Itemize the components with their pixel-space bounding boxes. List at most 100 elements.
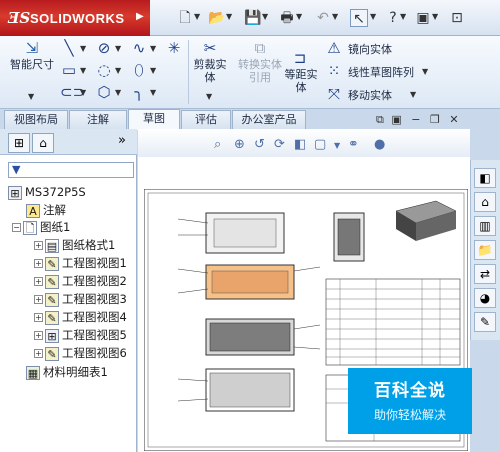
ellipse-icon[interactable]: ⬯	[130, 62, 148, 78]
tree-view-2[interactable]: + ✎ 工程图视图2	[34, 273, 127, 290]
convert-entities-icon[interactable]: ⧉	[250, 40, 270, 56]
drawing-view-side[interactable]	[333, 212, 365, 262]
minimize-icon[interactable]: −	[411, 113, 420, 126]
move-entities-button[interactable]: 移动实体	[348, 87, 392, 103]
display-style-icon[interactable]: ◧	[294, 137, 306, 152]
previous-view-icon[interactable]: ↺	[254, 137, 265, 152]
linear-pattern-button[interactable]: 线性草图阵列	[348, 64, 414, 80]
offset-entities-button[interactable]: 等距实体	[282, 68, 320, 94]
property-manager-tab-icon[interactable]: ⌂	[32, 133, 54, 153]
open-folder-icon[interactable]: 📂	[208, 9, 226, 27]
mirror-entities-icon[interactable]: ⚠	[326, 40, 342, 56]
slot-icon[interactable]: ⊂⊃	[60, 84, 85, 100]
circle-dropdown-icon[interactable]: ▼	[115, 44, 121, 53]
select-dropdown-icon[interactable]: ▼	[370, 12, 376, 21]
undo-dropdown-icon[interactable]: ▼	[332, 12, 338, 21]
tree-bom[interactable]: ▦ 材料明细表1	[26, 364, 108, 381]
hide-show-icon[interactable]: ▢	[314, 137, 326, 152]
layout-icon[interactable]: ▣	[391, 113, 401, 126]
rebuild-icon[interactable]: ⟳	[274, 137, 285, 152]
expand-icon[interactable]: +	[34, 349, 43, 358]
tile-icon[interactable]: ⧉	[376, 113, 384, 126]
arc-icon[interactable]: ◌	[95, 62, 113, 78]
save-icon[interactable]: 💾	[244, 9, 262, 27]
move-dropdown-icon[interactable]: ▼	[410, 90, 416, 99]
customize-icon[interactable]: ⊡	[448, 9, 466, 27]
tree-view-6[interactable]: + ✎ 工程图视图6	[34, 345, 127, 362]
feature-tree-tab-icon[interactable]: ⊞	[8, 133, 30, 153]
file-explorer-icon[interactable]: 📁	[474, 240, 496, 260]
smart-dimension-icon[interactable]: ⇲	[22, 40, 42, 56]
arc-dropdown-icon[interactable]: ▼	[115, 66, 121, 75]
help-icon[interactable]: ?	[386, 9, 400, 27]
tab-annotation[interactable]: 注解	[69, 110, 127, 129]
move-entities-icon[interactable]: ⤧	[326, 86, 342, 102]
restore-icon[interactable]: ❐	[430, 113, 440, 126]
linear-pattern-icon[interactable]: ⁙	[326, 63, 342, 79]
expand-icon[interactable]: +	[34, 331, 43, 340]
home-icon[interactable]: ⌂	[474, 192, 496, 212]
tab-view-layout[interactable]: 视图布局	[4, 110, 68, 129]
solidworks-logo[interactable]: ƎS SOLIDWORKS ▶	[0, 0, 150, 36]
save-dropdown-icon[interactable]: ▼	[262, 12, 268, 21]
ellipse-dropdown-icon[interactable]: ▼	[150, 66, 156, 75]
expand-icon[interactable]: +	[34, 259, 43, 268]
fillet-icon[interactable]: ╮	[130, 84, 148, 100]
tree-filter-input[interactable]: ▼	[8, 162, 134, 178]
appearances-icon[interactable]: ◕	[474, 288, 496, 308]
menu-arrow-icon[interactable]: ▶	[136, 11, 144, 22]
scene-icon[interactable]: ●	[374, 137, 385, 152]
trim-dropdown-icon[interactable]: ▼	[206, 92, 212, 101]
expand-icon[interactable]: +	[34, 313, 43, 322]
edit-appearance-icon[interactable]: ⚭	[348, 137, 359, 152]
close-icon[interactable]: ✕	[449, 113, 458, 126]
spline-dropdown-icon[interactable]: ▼	[150, 44, 156, 53]
expand-icon[interactable]: +	[34, 241, 43, 250]
tab-sketch[interactable]: 草图	[128, 109, 180, 130]
tree-annotations[interactable]: A 注解	[26, 202, 66, 219]
tree-root[interactable]: ⊞ MS372P5S	[8, 184, 86, 201]
help-dropdown-icon[interactable]: ▼	[400, 12, 406, 21]
point-icon[interactable]: ✳	[166, 40, 182, 56]
polygon-dropdown-icon[interactable]: ▼	[115, 88, 121, 97]
fillet-dropdown-icon[interactable]: ▼	[150, 88, 156, 97]
new-document-icon[interactable]: 🗋	[176, 9, 194, 27]
trim-entities-icon[interactable]: ✂	[200, 40, 220, 56]
expand-icon[interactable]: +	[34, 277, 43, 286]
linear-pattern-dropdown-icon[interactable]: ▼	[422, 67, 428, 76]
options-dropdown-icon[interactable]: ▼	[432, 12, 438, 21]
tree-view-4[interactable]: + ✎ 工程图视图4	[34, 309, 127, 326]
view-palette-icon[interactable]: ⇄	[474, 264, 496, 284]
convert-entities-button[interactable]: 转换实体引用	[236, 58, 284, 84]
tree-view-5[interactable]: + ⊞ 工程图视图5	[34, 327, 127, 344]
smart-dimension-dropdown-icon[interactable]: ▼	[28, 92, 34, 101]
print-dropdown-icon[interactable]: ▼	[296, 12, 302, 21]
options-icon[interactable]: ▣	[414, 9, 432, 27]
offset-entities-icon[interactable]: ⊐	[290, 50, 310, 66]
slot-dropdown-icon[interactable]: ▼	[80, 88, 86, 97]
tree-view-3[interactable]: + ✎ 工程图视图3	[34, 291, 127, 308]
rectangle-icon[interactable]: ▭	[60, 62, 78, 78]
expand-panel-icon[interactable]: »	[118, 133, 126, 148]
resources-icon[interactable]: ◧	[474, 168, 496, 188]
trim-entities-button[interactable]: 剪裁实体	[192, 58, 228, 84]
rectangle-dropdown-icon[interactable]: ▼	[80, 66, 86, 75]
tree-view-1[interactable]: + ✎ 工程图视图1	[34, 255, 127, 272]
circle-icon[interactable]: ⊘	[95, 40, 113, 56]
expand-icon[interactable]: +	[34, 295, 43, 304]
polygon-icon[interactable]: ⬡	[95, 84, 113, 100]
design-library-icon[interactable]: ▥	[474, 216, 496, 236]
tree-sheet[interactable]: − 🗋 图纸1	[12, 219, 70, 236]
tree-sheet-format[interactable]: + ▤ 图纸格式1	[34, 237, 115, 254]
custom-properties-icon[interactable]: ✎	[474, 312, 496, 332]
line-icon[interactable]: ╲	[60, 40, 78, 56]
line-dropdown-icon[interactable]: ▼	[80, 44, 86, 53]
mirror-entities-button[interactable]: 镜向实体	[348, 41, 392, 57]
display-dropdown-icon[interactable]: ▼	[334, 141, 340, 150]
select-cursor-icon[interactable]: ↖	[350, 9, 368, 27]
zoom-to-fit-icon[interactable]: ⌕	[214, 137, 221, 152]
spline-icon[interactable]: ∿	[130, 40, 148, 56]
smart-dimension-button[interactable]: 智能尺寸	[8, 58, 56, 71]
new-dropdown-icon[interactable]: ▼	[194, 12, 200, 21]
collapse-icon[interactable]: −	[12, 223, 21, 232]
